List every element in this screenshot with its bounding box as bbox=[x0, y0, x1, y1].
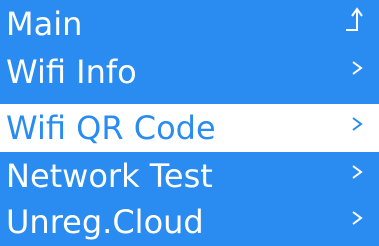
chevron-right-icon bbox=[349, 202, 365, 234]
chevron-right-icon bbox=[349, 156, 365, 188]
menu-item-label: Unreg.Cloud bbox=[6, 203, 204, 241]
chevron-right-icon bbox=[349, 52, 365, 84]
menu-item-wifi-qr-code[interactable]: Wifi QR Code bbox=[0, 104, 379, 152]
menu-item-wifi-info[interactable]: Wifi Info bbox=[0, 48, 379, 96]
up-arrow-icon bbox=[343, 4, 365, 36]
menu-item-label: Main bbox=[6, 5, 83, 43]
chevron-right-icon bbox=[349, 108, 365, 140]
menu-item-label: Network Test bbox=[6, 157, 213, 195]
menu-item-unreg-cloud[interactable]: Unreg.Cloud bbox=[0, 198, 379, 246]
menu-item-label: Wifi QR Code bbox=[6, 109, 216, 147]
menu-item-main[interactable]: Main bbox=[0, 0, 379, 48]
menu-item-network-test[interactable]: Network Test bbox=[0, 152, 379, 200]
device-screen: Main Wifi Info Wifi QR Code Network Test bbox=[0, 0, 379, 246]
menu-item-label: Wifi Info bbox=[6, 53, 137, 91]
